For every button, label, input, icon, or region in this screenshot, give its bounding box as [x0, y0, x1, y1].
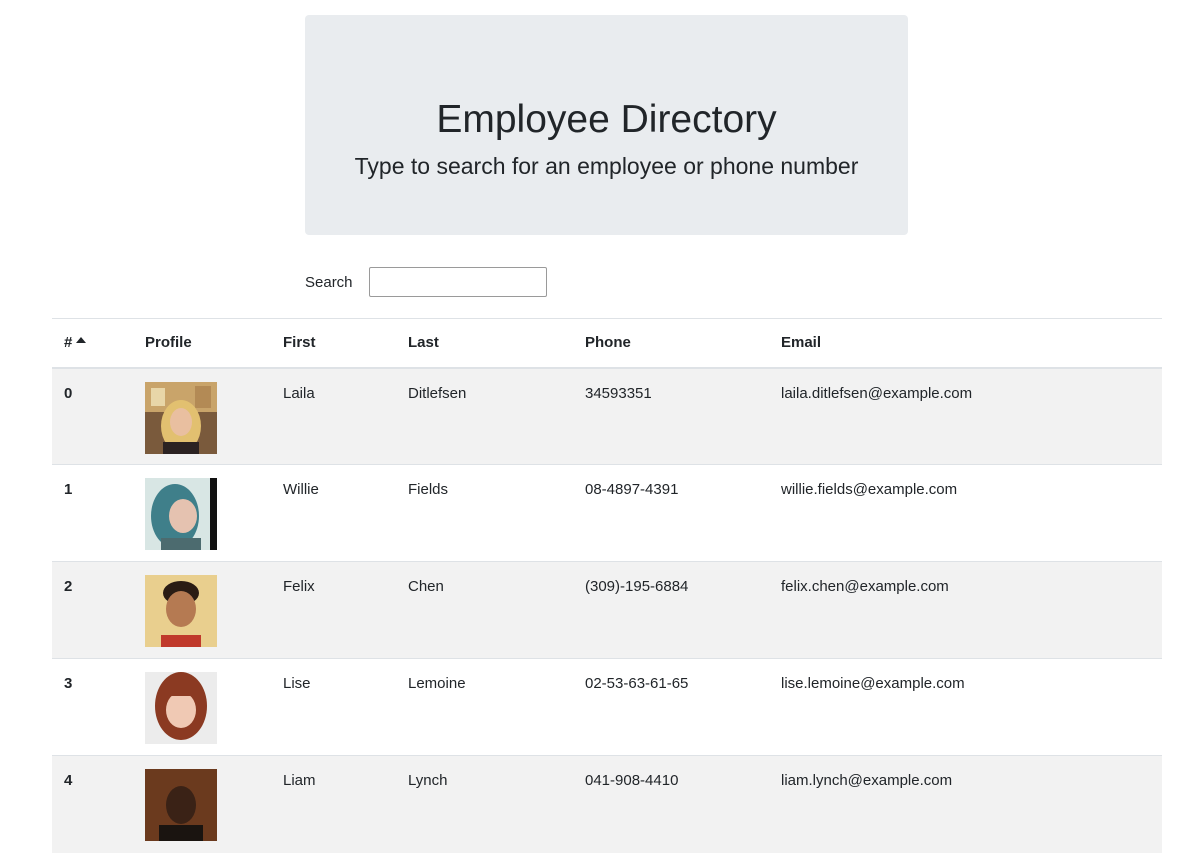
cell-email: lise.lemoine@example.com: [769, 658, 1162, 756]
search-bar: Search: [305, 267, 547, 297]
cell-phone: 34593351: [573, 367, 769, 465]
cell-profile: [133, 658, 271, 756]
search-label: Search: [305, 273, 353, 291]
cell-email: willie.fields@example.com: [769, 464, 1162, 562]
avatar: [145, 381, 217, 454]
cell-phone: 041-908-4410: [573, 755, 769, 853]
header-banner: Employee Directory Type to search for an…: [305, 15, 908, 235]
cell-first: Liam: [271, 755, 396, 853]
cell-email: felix.chen@example.com: [769, 561, 1162, 659]
column-header-label: #: [64, 334, 73, 352]
table-header-row: # Profile First Last Phone Email: [52, 318, 1162, 369]
table-row: 3 Lise Lemoine 02-53-63-61-65 lise.lemoi…: [52, 658, 1162, 756]
column-header-label: Email: [781, 334, 822, 352]
column-header-phone[interactable]: Phone: [573, 318, 769, 369]
column-header-label: First: [283, 334, 316, 352]
page-subtitle: Type to search for an employee or phone …: [354, 153, 859, 179]
column-header-first[interactable]: First: [271, 318, 396, 369]
cell-profile: [133, 755, 271, 853]
sort-up-icon: [76, 337, 87, 344]
cell-index: 2: [52, 561, 133, 659]
cell-first: Lise: [271, 658, 396, 756]
table-row: 4 Liam Lynch 041-908-4410 liam.lynch@exa…: [52, 755, 1162, 853]
column-header-email[interactable]: Email: [769, 318, 1162, 369]
cell-email: liam.lynch@example.com: [769, 755, 1162, 853]
table-row: 2 Felix Chen (309)-195-6884 felix.chen@e…: [52, 561, 1162, 659]
column-header-profile[interactable]: Profile: [133, 318, 271, 369]
cell-profile: [133, 561, 271, 659]
column-header-index[interactable]: #: [52, 318, 133, 369]
cell-index: 1: [52, 464, 133, 562]
cell-phone: (309)-195-6884: [573, 561, 769, 659]
cell-index: 3: [52, 658, 133, 756]
column-header-last[interactable]: Last: [396, 318, 573, 369]
avatar: [145, 478, 217, 550]
cell-last: Chen: [396, 561, 573, 659]
cell-first: Willie: [271, 464, 396, 562]
cell-last: Lemoine: [396, 658, 573, 756]
column-header-label: Profile: [145, 334, 192, 352]
cell-index: 4: [52, 755, 133, 853]
table-row: 0 Laila Ditlefsen 34593351 laila.ditlefs…: [52, 367, 1162, 465]
table-row: 1 Willie Fields 08-4897-4391 willie.fiel…: [52, 464, 1162, 562]
cell-email: laila.ditlefsen@example.com: [769, 367, 1162, 465]
cell-last: Ditlefsen: [396, 367, 573, 465]
cell-first: Laila: [271, 367, 396, 465]
cell-profile: [133, 367, 271, 465]
search-input[interactable]: [368, 267, 547, 297]
column-header-label: Last: [408, 334, 439, 352]
avatar: [145, 672, 217, 744]
page-title: Employee Directory: [436, 98, 777, 141]
avatar: [145, 575, 217, 647]
cell-index: 0: [52, 367, 133, 465]
avatar: [145, 769, 217, 841]
cell-last: Lynch: [396, 755, 573, 853]
cell-first: Felix: [271, 561, 396, 659]
employee-table: # Profile First Last Phone Email 0 Laila…: [52, 318, 1162, 853]
cell-phone: 08-4897-4391: [573, 464, 769, 562]
column-header-label: Phone: [585, 334, 631, 352]
cell-phone: 02-53-63-61-65: [573, 658, 769, 756]
cell-last: Fields: [396, 464, 573, 562]
cell-profile: [133, 464, 271, 562]
